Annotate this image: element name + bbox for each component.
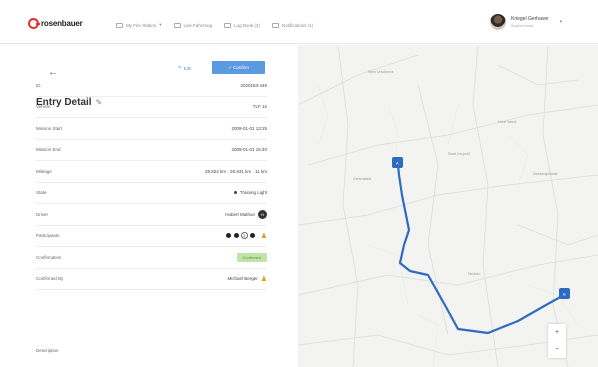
person-icon: ♟ [260,232,267,240]
bell-icon [271,22,279,28]
detail-row-id: ID 2020183-445 [36,75,267,97]
detail-row-state: State Training Light [36,183,267,204]
avatar [490,14,506,30]
map-small-streets [317,84,579,367]
edit-icon: ✎ [178,65,182,70]
detail-row-mission-end: Mission End 2009-01-01 16:40 [36,140,267,161]
map-streets [298,45,598,367]
confirm-button[interactable]: ✓ Confirm [212,61,265,74]
nav-item-fire-station[interactable]: My Fire Station ▾ [116,22,162,28]
detail-row-mission-start: Mission Start 2009-01-01 13:25 [36,118,267,140]
participants-avatars[interactable]: 3 ♟ [224,232,267,240]
user-role: System Admin [511,24,534,28]
user-name: Kriegel Gerhaver [511,16,549,22]
route-path [396,163,566,335]
route-end-marker[interactable]: B [559,288,570,299]
status-badge: Confirmed [236,252,267,262]
end-marker-label: B [563,292,566,297]
chevron-down-icon: ▾ [559,19,563,25]
participant-count: 3 [240,232,248,240]
map-place-labels: Wien Ursulinens Stadt Leopold Gartenstad… [353,70,558,276]
map-zoom-control: + − [548,324,566,358]
driver-avatar: H [258,209,267,219]
nav-item-logbook[interactable]: Log Book (3) [224,22,260,28]
participant-avatar [248,232,256,240]
map-canvas: Wien Ursulinens Stadt Leopold Gartenstad… [298,45,598,367]
start-marker-label: A [396,161,399,166]
zoom-out-button[interactable]: − [555,346,559,353]
map-label: Messengelände [533,172,558,176]
nav-item-notifications[interactable]: Notifications (1) [271,22,313,28]
vehicle-icon [173,22,181,28]
logbook-icon [224,22,232,28]
state-dot-icon [233,191,237,195]
logo-text: rosenbauer [41,19,83,28]
map-label: Hohe Warte [498,120,517,124]
map-label: Neubau [468,272,480,276]
user-menu[interactable]: Kriegel Gerhaver System Admin ▾ [490,14,562,30]
zoom-in-button[interactable]: + [555,329,559,336]
route-map[interactable]: Wien Ursulinens Stadt Leopold Gartenstad… [298,45,598,367]
edit-button[interactable]: ✎ Edit [178,65,192,71]
route-start-marker[interactable]: A [392,157,403,168]
top-navigation-bar: rosenbauer My Fire Station ▾ Live Fahrze… [0,0,598,44]
logo-icon [28,18,40,29]
detail-row-participants: Participants 3 ♟ [36,226,267,247]
map-label: Wien Ursulinens [368,70,394,74]
chevron-down-icon: ▾ [159,22,162,27]
participant-avatar [232,232,240,240]
map-label: Gartenstadt [353,177,371,181]
main-nav: My Fire Station ▾ Live Fahrzeug Log Book… [116,22,313,28]
person-icon: ♟ [260,275,267,283]
brand-logo[interactable]: rosenbauer [28,18,83,29]
detail-row-driver: Driver Hubert Mathun H [36,204,267,226]
map-label: Stadt Leopold [448,152,470,156]
detail-row-confirmation: Confirmation Confirmed [36,247,267,269]
detail-row-vehicle: Vehicle TLF 12 [36,97,267,118]
detail-list: ID 2020183-445 Vehicle TLF 12 Mission St… [36,75,267,290]
detail-row-mileage: Mileage 28.824 km · 28.831 km · 11 km [36,161,267,183]
participant-avatar [224,232,232,240]
detail-row-confirmed-by: Confirmed By Michael Berger ♟ [36,269,267,290]
fire-station-icon [116,22,123,28]
description-label: Description [36,348,59,353]
nav-item-live-vehicle[interactable]: Live Fahrzeug [173,22,212,28]
